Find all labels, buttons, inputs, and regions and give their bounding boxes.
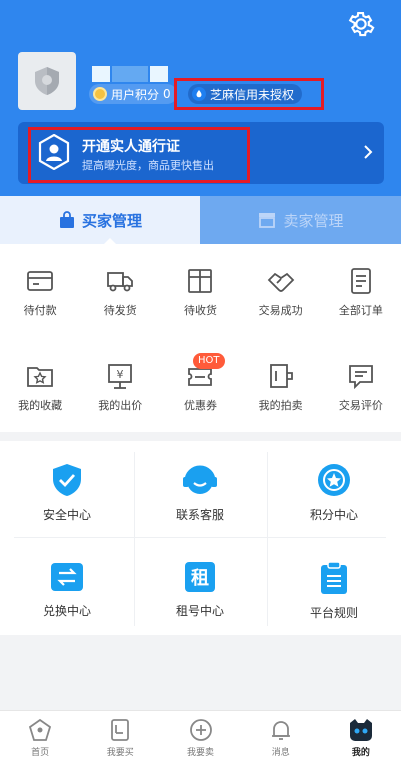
points-star-icon [318,464,350,496]
tool-reviews[interactable]: 交易评价 [321,361,401,413]
order-all[interactable]: 全部订单 [321,266,401,318]
divider [267,452,268,626]
order-label: 全部订单 [338,304,383,317]
auction-icon [269,364,293,388]
nav-buy[interactable]: 我要买 [80,711,160,766]
highlight-box-zhima [174,78,324,110]
highlight-box-verify [28,127,250,183]
divider [14,537,386,538]
tab-buyer-label: 买家管理 [81,211,142,230]
service-points-center[interactable]: 积分中心 [269,462,399,523]
service-label: 兑换中心 [42,604,91,618]
order-pending-payment[interactable]: 待付款 [0,266,80,318]
nav-profile[interactable]: 我的 [321,711,401,766]
tool-my-auctions[interactable]: 我的拍卖 [241,361,321,413]
review-icon [348,365,373,390]
bell-icon [271,721,290,740]
service-label: 租号中心 [175,604,224,618]
list-icon [350,268,371,294]
order-pending-shipment[interactable]: 待发货 [80,266,160,318]
order-label: 待发货 [103,304,137,317]
nav-label: 我要卖 [187,748,215,758]
tool-label: 我的出价 [98,399,143,412]
nav-label: 首页 [31,748,50,758]
shield-check-icon [53,464,81,496]
truck-icon [107,272,134,292]
tab-seller[interactable]: 卖家管理 [200,196,401,244]
star-folder-icon [27,367,53,387]
points-value: 0 [163,87,171,101]
order-pending-receipt[interactable]: 待收货 [160,266,240,318]
rent-icon-text: 租 [191,567,209,589]
order-label: 待付款 [23,304,57,317]
svg-text:¥: ¥ [117,368,124,381]
sell-icon [189,719,212,741]
order-label: 交易成功 [258,304,303,317]
price-tag-icon: ¥ [108,364,133,389]
order-completed[interactable]: 交易成功 [241,266,321,318]
tool-label: 我的收藏 [18,399,63,412]
service-security[interactable]: 安全中心 [2,462,132,523]
headset-icon [183,465,217,494]
avatar[interactable] [18,52,76,110]
points-label: 用户积分 [111,87,160,102]
nav-home[interactable]: 首页 [0,711,80,766]
tab-seller-label: 卖家管理 [283,211,344,230]
default-avatar-shield-icon [35,67,59,95]
shopping-bag-icon [59,211,74,228]
wallet-icon [27,271,53,291]
service-exchange[interactable]: 兑换中心 [2,560,132,619]
nav-messages[interactable]: 消息 [241,711,321,766]
service-customer-support[interactable]: 联系客服 [135,462,265,523]
home-icon [29,718,52,741]
buy-icon [111,719,130,741]
service-account-rental[interactable]: 租 租号中心 [135,560,265,619]
service-label: 安全中心 [42,508,91,522]
settings-gear-icon[interactable] [345,8,377,40]
bottom-nav: 首页 我要买 我要卖 消息 我的 [0,710,401,766]
coin-icon [93,87,107,101]
nav-label: 我的 [351,748,370,758]
handshake-icon [267,272,294,292]
service-label: 平台规则 [309,606,358,620]
nav-label: 消息 [271,748,290,758]
order-status-row: 待付款 待发货 待收货 交易成功 全部订单 [0,266,401,318]
exchange-icon [51,563,83,591]
tool-favorites[interactable]: 我的收藏 [0,361,80,413]
tool-label: 我的拍卖 [258,399,303,412]
points-badge[interactable]: 用户积分 0 [89,84,177,104]
hot-badge: HOT [193,353,225,369]
tool-my-bids[interactable]: ¥ 我的出价 [80,361,160,413]
cat-profile-icon [349,719,372,741]
order-label: 待收货 [183,304,217,317]
tool-label: 交易评价 [338,399,383,412]
username-redacted [92,66,168,82]
service-platform-rules[interactable]: 平台规则 [269,560,399,621]
chevron-right-icon [364,145,373,159]
nav-label: 我要买 [106,748,134,758]
tab-buyer[interactable]: 买家管理 [0,196,200,244]
tool-label: 优惠券 [183,399,217,412]
rent-icon: 租 [185,562,215,592]
store-icon [259,213,276,228]
service-label: 积分中心 [309,508,358,522]
service-label: 联系客服 [175,508,224,522]
box-icon [188,269,213,293]
nav-sell[interactable]: 我要卖 [160,711,240,766]
rules-icon [321,561,347,594]
